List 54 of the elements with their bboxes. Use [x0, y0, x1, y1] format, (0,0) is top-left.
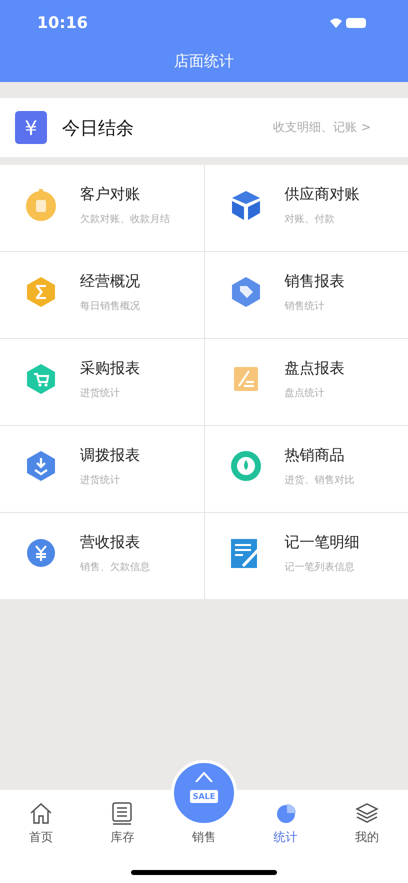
- report-tile[interactable]: 记一笔明细 记一笔列表信息: [204, 513, 408, 599]
- tile-title: 营收报表: [80, 533, 141, 552]
- tile-subtitle: 进货统计: [80, 386, 121, 400]
- cart-icon: [24, 362, 58, 396]
- yen-icon: ¥: [15, 111, 47, 144]
- status-time: 10:16: [37, 13, 88, 32]
- tile-title: 采购报表: [80, 359, 140, 378]
- tile-subtitle: 销售统计: [284, 300, 326, 313]
- tile-title: 记一笔明细: [284, 533, 360, 552]
- report-tile[interactable]: 盘点报表 盘点统计: [204, 339, 408, 425]
- sigma-icon: [24, 275, 58, 309]
- sale-sign: SALE: [190, 790, 218, 802]
- tab-label: 销售: [192, 829, 216, 846]
- tab[interactable]: 我的: [326, 800, 408, 846]
- report-tile[interactable]: 营收报表 销售、欠款信息: [0, 513, 204, 599]
- tab-label: 首页: [28, 829, 53, 846]
- tab-label: 库存: [110, 829, 134, 846]
- tile-subtitle: 记一笔列表信息: [284, 560, 356, 574]
- tile-subtitle: 销售、欠款信息: [80, 560, 150, 574]
- hanger-icon: [194, 772, 213, 782]
- tile-subtitle: 每日销售概况: [80, 300, 140, 313]
- report-tile[interactable]: 客户对账 欠款对账、收款月结: [0, 165, 204, 251]
- tile-subtitle: 进货、销售对比: [284, 474, 354, 487]
- tile-title: 盘点报表: [284, 359, 344, 378]
- tile-subtitle: 对账、付款: [284, 212, 336, 226]
- report-tile[interactable]: 调拨报表 进货统计: [0, 426, 204, 512]
- report-tile[interactable]: 销售报表 销售统计: [204, 252, 408, 338]
- tab-label: 我的: [355, 829, 380, 846]
- tab-label: 统计: [274, 829, 298, 846]
- tab[interactable]: 首页: [0, 800, 82, 846]
- summary-title: 今日结余: [62, 116, 135, 140]
- wifi-battery-icon: [328, 16, 368, 30]
- yen-icon: [24, 536, 58, 570]
- tab[interactable]: SALE 销售: [163, 760, 245, 846]
- download-icon: [24, 449, 58, 483]
- report-tile[interactable]: 采购报表 进货统计: [0, 339, 204, 425]
- tile-title: 客户对账: [80, 185, 141, 204]
- summary-row[interactable]: ¥ 今日结余 收支明细、记账 >: [0, 98, 408, 157]
- tab[interactable]: 统计: [244, 800, 326, 846]
- drop-icon: [228, 449, 262, 483]
- report-tile[interactable]: 经营概况 每日销售概况: [0, 252, 204, 338]
- report-tile[interactable]: 热销商品 进货、销售对比: [204, 426, 408, 512]
- tab[interactable]: 库存: [82, 800, 164, 846]
- tile-subtitle: 进货统计: [80, 474, 121, 487]
- tile-subtitle: 盘点统计: [284, 386, 326, 400]
- page-title: 店面统计: [173, 52, 235, 71]
- tile-title: 经营概况: [80, 272, 140, 291]
- tile-title: 供应商对账: [284, 185, 360, 204]
- report-tile[interactable]: 供应商对账 对账、付款: [204, 165, 408, 251]
- home-icon: [28, 800, 54, 826]
- tile-title: 销售报表: [284, 272, 344, 291]
- tile-title: 热销商品: [284, 446, 346, 465]
- tile-subtitle: 欠款对账、收款月结: [80, 212, 170, 226]
- tile-title: 调拨报表: [80, 446, 140, 465]
